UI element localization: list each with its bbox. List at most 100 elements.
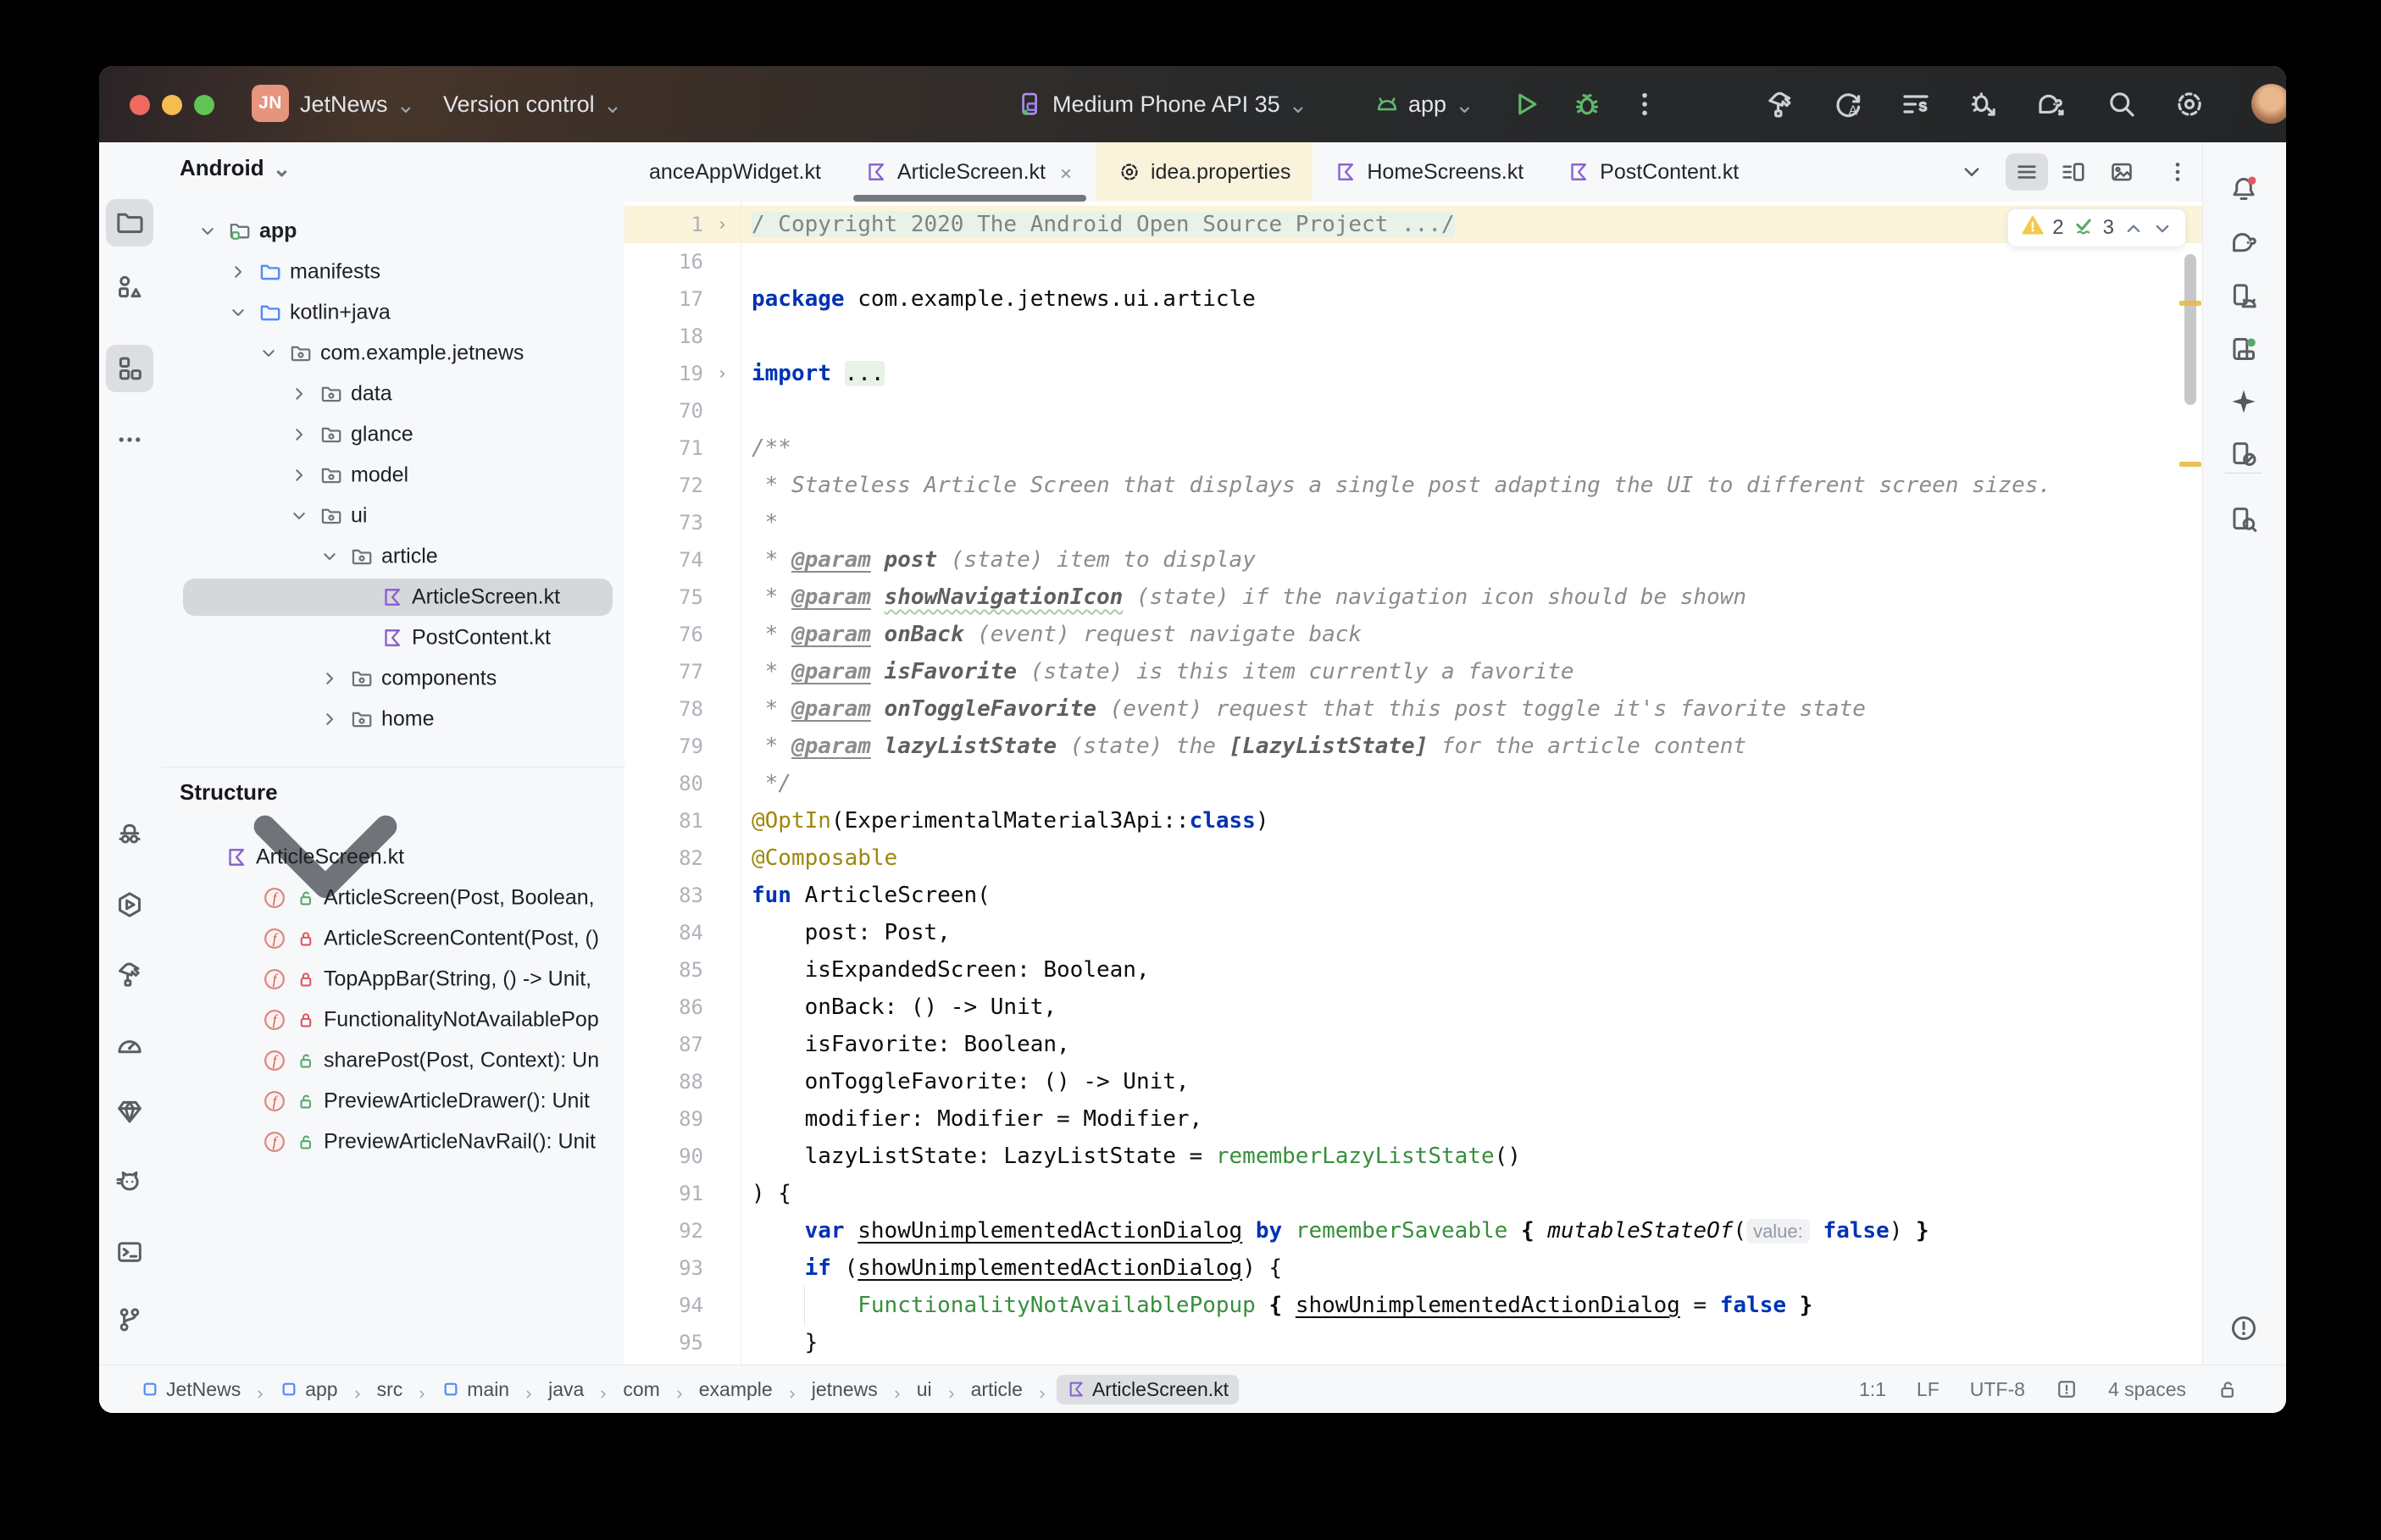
- tree-item-components[interactable]: components: [161, 658, 624, 699]
- user-avatar[interactable]: [2251, 84, 2286, 124]
- vcs-menu[interactable]: Version control ⌄: [443, 66, 622, 142]
- next-problem-button[interactable]: [2151, 218, 2172, 238]
- breadcrumb-item-java[interactable]: java: [543, 1375, 589, 1404]
- run-button[interactable]: [1506, 84, 1546, 125]
- split-editor-button[interactable]: [2061, 142, 2086, 202]
- tree-item-kotlin-java[interactable]: kotlin+java: [161, 292, 624, 333]
- tree-item-app[interactable]: app: [161, 211, 624, 252]
- more-actions-button[interactable]: [1624, 84, 1665, 125]
- code-line-73[interactable]: 73 *: [624, 504, 2203, 541]
- toolwindow-git-branch-icon[interactable]: [106, 1296, 153, 1343]
- tree-item-manifests[interactable]: manifests: [161, 252, 624, 292]
- tree-item-ui[interactable]: ui: [161, 496, 624, 536]
- breadcrumb-item-com[interactable]: com: [618, 1375, 664, 1404]
- fold-arrow-icon[interactable]: ›: [719, 206, 725, 243]
- tab-idea-properties[interactable]: idea.properties: [1096, 142, 1313, 202]
- toolwindow-profiler-gauge-icon[interactable]: [106, 1020, 153, 1067]
- zoom-window-button[interactable]: [194, 95, 214, 115]
- sync-alpha-icon[interactable]: A: [1828, 84, 1868, 125]
- code-line-79[interactable]: 79 * @param lazyListState (state) the [L…: [624, 728, 2203, 765]
- toolwindow-notifications-icon[interactable]: [2220, 165, 2267, 213]
- chevron-down-icon[interactable]: [319, 546, 340, 567]
- toolwindow-logcat-icon[interactable]: [106, 1158, 153, 1205]
- project-menu[interactable]: JetNews ⌄: [300, 66, 415, 142]
- breadcrumb-item-article[interactable]: article: [966, 1375, 1028, 1404]
- code-line-77[interactable]: 77 * @param isFavorite (state) is this i…: [624, 653, 2203, 690]
- breadcrumb-item-ui[interactable]: ui: [912, 1375, 937, 1404]
- tree-item-model[interactable]: model: [161, 455, 624, 496]
- structure-item[interactable]: f TopAppBar(String, () -> Unit,: [161, 959, 624, 1000]
- chevron-down-icon[interactable]: [197, 221, 218, 241]
- structure-item[interactable]: f PreviewArticleNavRail(): Unit: [161, 1122, 624, 1162]
- code-line-90[interactable]: 90 lazyListState: LazyListState = rememb…: [624, 1138, 2203, 1175]
- warning-stripe-mark[interactable]: [2179, 462, 2201, 467]
- code-line-1[interactable]: 1 › / Copyright 2020 The Android Open Sour…: [624, 206, 2203, 243]
- tree-item-article[interactable]: article: [161, 536, 624, 577]
- debug-button[interactable]: [1567, 84, 1607, 125]
- code-line-16[interactable]: 16: [624, 243, 2203, 280]
- gradle-sync-icon[interactable]: [2031, 84, 2072, 125]
- line-separator[interactable]: LF: [1917, 1378, 1940, 1401]
- indent-setting[interactable]: 4 spaces: [2108, 1378, 2186, 1401]
- structure-item[interactable]: f FunctionalityNotAvailablePop: [161, 1000, 624, 1040]
- toolwindow-device-mirror-icon[interactable]: [2220, 430, 2267, 478]
- toolwindow-quality-insights-icon[interactable]: [106, 1088, 153, 1135]
- code-line-81[interactable]: 81 @OptIn(ExperimentalMaterial3Api::class…: [624, 802, 2203, 839]
- chevron-right-icon[interactable]: [289, 465, 309, 485]
- chevron-right-icon[interactable]: [289, 384, 309, 404]
- code-line-87[interactable]: 87 isFavorite: Boolean,: [624, 1026, 2203, 1063]
- code-line-86[interactable]: 86 onBack: () -> Unit,: [624, 989, 2203, 1026]
- tree-item-data[interactable]: data: [161, 374, 624, 414]
- editor-options-button[interactable]: [2165, 142, 2190, 202]
- toolwindow-build-hammer-icon[interactable]: [106, 950, 153, 998]
- code-line-75[interactable]: 75 * @param showNavigationIcon (state) i…: [624, 579, 2203, 616]
- preview-button[interactable]: [2109, 142, 2134, 202]
- code-line-71[interactable]: 71 /**: [624, 429, 2203, 467]
- previous-problem-button[interactable]: [2123, 218, 2143, 238]
- structure-file-row[interactable]: ArticleScreen.kt: [161, 815, 624, 899]
- breadcrumb-item-app[interactable]: app: [275, 1375, 342, 1404]
- tab-list-chevron[interactable]: [1959, 142, 1984, 202]
- code-line-92[interactable]: 92 var showUnimplementedActionDialog by …: [624, 1212, 2203, 1249]
- toolwindow-more-dots-icon[interactable]: [106, 416, 153, 463]
- tree-item-com-example-jetnews[interactable]: com.example.jetnews: [161, 333, 624, 374]
- toolwindow-problems-icon[interactable]: [2220, 1305, 2267, 1352]
- chevron-down-icon[interactable]: [258, 343, 279, 363]
- code-line-95[interactable]: 95 }: [624, 1324, 2203, 1361]
- code-line-93[interactable]: 93 if (showUnimplementedActionDialog) {: [624, 1249, 2203, 1287]
- toolwindow-running-devices-icon[interactable]: [2220, 325, 2267, 373]
- breadcrumb-item-src[interactable]: src: [372, 1375, 408, 1404]
- minimize-window-button[interactable]: [162, 95, 182, 115]
- structure-item[interactable]: f ArticleScreen(Post, Boolean,: [161, 878, 624, 918]
- code-line-82[interactable]: 82 @Composable: [624, 839, 2203, 877]
- code-line-88[interactable]: 88 onToggleFavorite: () -> Unit,: [624, 1063, 2203, 1100]
- inspection-highlight-icon[interactable]: [2056, 1378, 2078, 1400]
- code-line-17[interactable]: 17 package com.example.jetnews.ui.article: [624, 280, 2203, 318]
- structure-item[interactable]: f PreviewArticleDrawer(): Unit: [161, 1081, 624, 1122]
- profiler-lines-icon[interactable]: [1895, 84, 1936, 125]
- breadcrumb-item-jetnews[interactable]: jetnews: [807, 1375, 883, 1404]
- structure-item[interactable]: f sharePost(Post, Context): Un: [161, 1040, 624, 1081]
- warning-stripe-mark[interactable]: [2179, 301, 2201, 306]
- search-icon[interactable]: [2101, 84, 2142, 125]
- run-config-selector[interactable]: app ⌄: [1374, 66, 1474, 142]
- structure-item[interactable]: f ArticleScreenContent(Post, (): [161, 918, 624, 959]
- code-line-84[interactable]: 84 post: Post,: [624, 914, 2203, 951]
- file-encoding[interactable]: UTF-8: [1970, 1378, 2025, 1401]
- caret-position[interactable]: 1:1: [1859, 1378, 1886, 1401]
- breadcrumb-item-articlescreen-kt[interactable]: ArticleScreen.kt: [1056, 1374, 1240, 1404]
- chevron-right-icon[interactable]: [319, 709, 340, 729]
- chevron-right-icon[interactable]: [289, 424, 309, 445]
- toolwindow-structure-icon[interactable]: [106, 345, 153, 392]
- code-line-70[interactable]: 70: [624, 392, 2203, 429]
- chevron-right-icon[interactable]: [319, 668, 340, 689]
- code-line-19[interactable]: 19 › import ...: [624, 355, 2203, 392]
- device-selector[interactable]: Medium Phone API 35 ⌄: [1018, 66, 1307, 142]
- toolwindow-gemini-sparkle-icon[interactable]: [2220, 378, 2267, 425]
- toolwindow-device-explorer-icon[interactable]: [2220, 496, 2267, 543]
- code-line-74[interactable]: 74 * @param post (state) item to display: [624, 541, 2203, 579]
- close-icon[interactable]: [1057, 163, 1074, 180]
- attach-debugger-icon[interactable]: [1963, 84, 2004, 125]
- code-line-89[interactable]: 89 modifier: Modifier = Modifier,: [624, 1100, 2203, 1138]
- tab-anceappwidget-kt[interactable]: anceAppWidget.kt: [627, 142, 843, 202]
